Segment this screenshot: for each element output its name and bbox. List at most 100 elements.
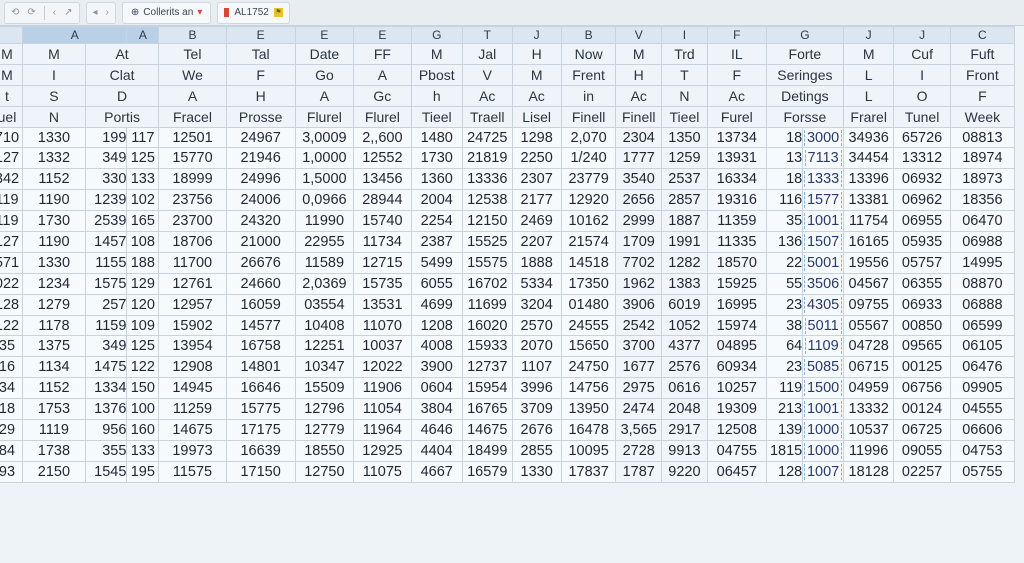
data-cell[interactable]: 9220 — [661, 460, 708, 483]
data-cell[interactable]: 1730 — [410, 147, 463, 170]
column-header[interactable]: J — [842, 26, 895, 44]
data-cell[interactable]: 24725 — [461, 126, 513, 149]
data-cell[interactable]: 5085 — [802, 356, 844, 379]
data-cell[interactable]: 3900 — [410, 356, 463, 379]
data-cell[interactable]: 2004 — [410, 189, 463, 212]
data-cell[interactable]: 1,0000 — [294, 147, 355, 170]
data-cell[interactable]: 16020 — [461, 314, 513, 337]
data-cell[interactable]: 199 — [84, 126, 128, 149]
data-cell[interactable]: 1332 — [21, 147, 86, 170]
header-cell[interactable]: Flurel — [353, 105, 412, 128]
data-cell[interactable]: 11996 — [842, 439, 895, 462]
data-cell[interactable]: 2,0369 — [294, 272, 355, 295]
data-cell[interactable]: 18 — [765, 126, 804, 149]
data-cell[interactable]: 1575 — [84, 272, 128, 295]
data-cell[interactable]: 1178 — [21, 314, 86, 337]
data-cell[interactable]: 24555 — [560, 314, 617, 337]
data-cell[interactable]: 18499 — [461, 439, 513, 462]
data-cell[interactable]: 18999 — [158, 168, 227, 191]
data-cell[interactable]: 1000 — [802, 439, 844, 462]
data-cell[interactable]: 1001 — [802, 210, 844, 233]
data-cell[interactable]: 06725 — [893, 419, 951, 441]
header-cell[interactable]: Finell — [615, 105, 663, 128]
header-cell[interactable]: Flurel — [294, 105, 355, 128]
data-cell[interactable]: 2048 — [661, 398, 708, 421]
data-cell[interactable]: 13336 — [461, 168, 513, 191]
header-cell[interactable]: H — [615, 63, 663, 86]
data-cell[interactable]: 11990 — [294, 210, 355, 233]
data-cell[interactable]: 11700 — [158, 251, 227, 274]
data-cell[interactable]: 06756 — [893, 377, 951, 400]
data-cell[interactable]: 1330 — [21, 251, 86, 274]
header-cell[interactable]: Clat — [84, 63, 160, 86]
data-cell[interactable]: 15650 — [560, 335, 617, 358]
header-cell[interactable]: Trd — [661, 43, 708, 65]
data-cell[interactable]: 16702 — [461, 272, 513, 295]
data-cell[interactable]: 11734 — [353, 231, 412, 253]
data-cell[interactable]: 1962 — [615, 272, 663, 295]
header-cell[interactable]: Traell — [461, 105, 513, 128]
data-cell[interactable]: 06932 — [893, 168, 951, 191]
data-cell[interactable]: 34936 — [842, 126, 895, 149]
data-cell[interactable]: 9913 — [661, 439, 708, 462]
data-cell[interactable]: 09565 — [893, 335, 951, 358]
header-cell[interactable]: A — [353, 63, 412, 86]
data-cell[interactable]: 13950 — [560, 398, 617, 421]
data-cell[interactable]: 12957 — [158, 293, 227, 316]
data-cell[interactable]: 3906 — [615, 293, 663, 316]
data-cell[interactable]: 1457 — [84, 231, 128, 253]
header-cell[interactable]: Tieel — [410, 105, 463, 128]
data-cell[interactable]: 12750 — [294, 460, 355, 483]
header-cell[interactable]: M — [0, 43, 23, 65]
header-cell[interactable]: Cuf — [893, 43, 951, 65]
data-cell[interactable]: 1298 — [511, 126, 562, 149]
data-cell[interactable]: 956 — [84, 419, 128, 441]
data-cell[interactable]: 19316 — [706, 189, 767, 212]
data-cell[interactable]: 05755 — [949, 460, 1016, 483]
data-cell[interactable]: 11359 — [706, 210, 767, 233]
data-cell[interactable]: 18 — [765, 168, 804, 191]
document-title[interactable]: ⊕ Collerits an ▾ — [121, 1, 212, 24]
header-cell[interactable]: Jal — [461, 43, 513, 65]
header-cell[interactable]: Week — [949, 105, 1016, 128]
data-cell[interactable]: 3804 — [410, 398, 463, 421]
data-cell[interactable]: 12150 — [461, 210, 513, 233]
data-cell[interactable]: 1119 — [21, 419, 86, 441]
data-cell[interactable]: 1991 — [661, 231, 708, 253]
data-cell[interactable]: 60934 — [706, 356, 767, 379]
data-cell[interactable]: 349 — [84, 147, 128, 170]
data-cell[interactable]: 1334 — [84, 377, 128, 400]
data-cell[interactable]: 2177 — [511, 189, 562, 212]
data-cell[interactable]: 1052 — [661, 314, 708, 337]
data-cell[interactable]: 1234 — [21, 272, 86, 295]
header-cell[interactable]: Front — [949, 63, 1016, 86]
header-cell[interactable]: Go — [294, 63, 355, 86]
header-cell[interactable]: Fuft — [949, 43, 1016, 65]
data-cell[interactable]: 1159 — [84, 314, 128, 337]
header-cell[interactable]: L — [842, 84, 895, 107]
data-cell[interactable]: 06355 — [893, 272, 951, 295]
data-cell[interactable]: 2254 — [410, 210, 463, 233]
data-cell[interactable]: 710 — [0, 126, 23, 149]
undo-icon[interactable]: ⟲ — [11, 5, 19, 21]
data-cell[interactable]: 100 — [126, 398, 160, 421]
data-cell[interactable]: 11589 — [294, 251, 355, 274]
data-cell[interactable]: 1134 — [21, 356, 86, 379]
next-icon[interactable]: › — [106, 5, 109, 21]
data-cell[interactable]: 119 — [0, 210, 23, 233]
data-cell[interactable]: 04728 — [842, 335, 895, 358]
data-cell[interactable]: 3700 — [615, 335, 663, 358]
data-cell[interactable]: 00850 — [893, 314, 951, 337]
data-cell[interactable]: 14577 — [225, 314, 296, 337]
data-cell[interactable]: 04567 — [842, 272, 895, 295]
data-cell[interactable]: 15735 — [353, 272, 412, 295]
data-cell[interactable]: 1350 — [661, 126, 708, 149]
header-cell[interactable]: Seringes — [765, 63, 844, 86]
data-cell[interactable]: 119 — [765, 377, 804, 400]
data-cell[interactable]: 13954 — [158, 335, 227, 358]
data-cell[interactable]: 13381 — [842, 189, 895, 212]
chevron-down-icon[interactable]: ▾ — [197, 7, 202, 18]
data-cell[interactable]: 4646 — [410, 419, 463, 441]
header-cell[interactable]: in — [560, 84, 617, 107]
column-header[interactable]: J — [511, 26, 562, 44]
